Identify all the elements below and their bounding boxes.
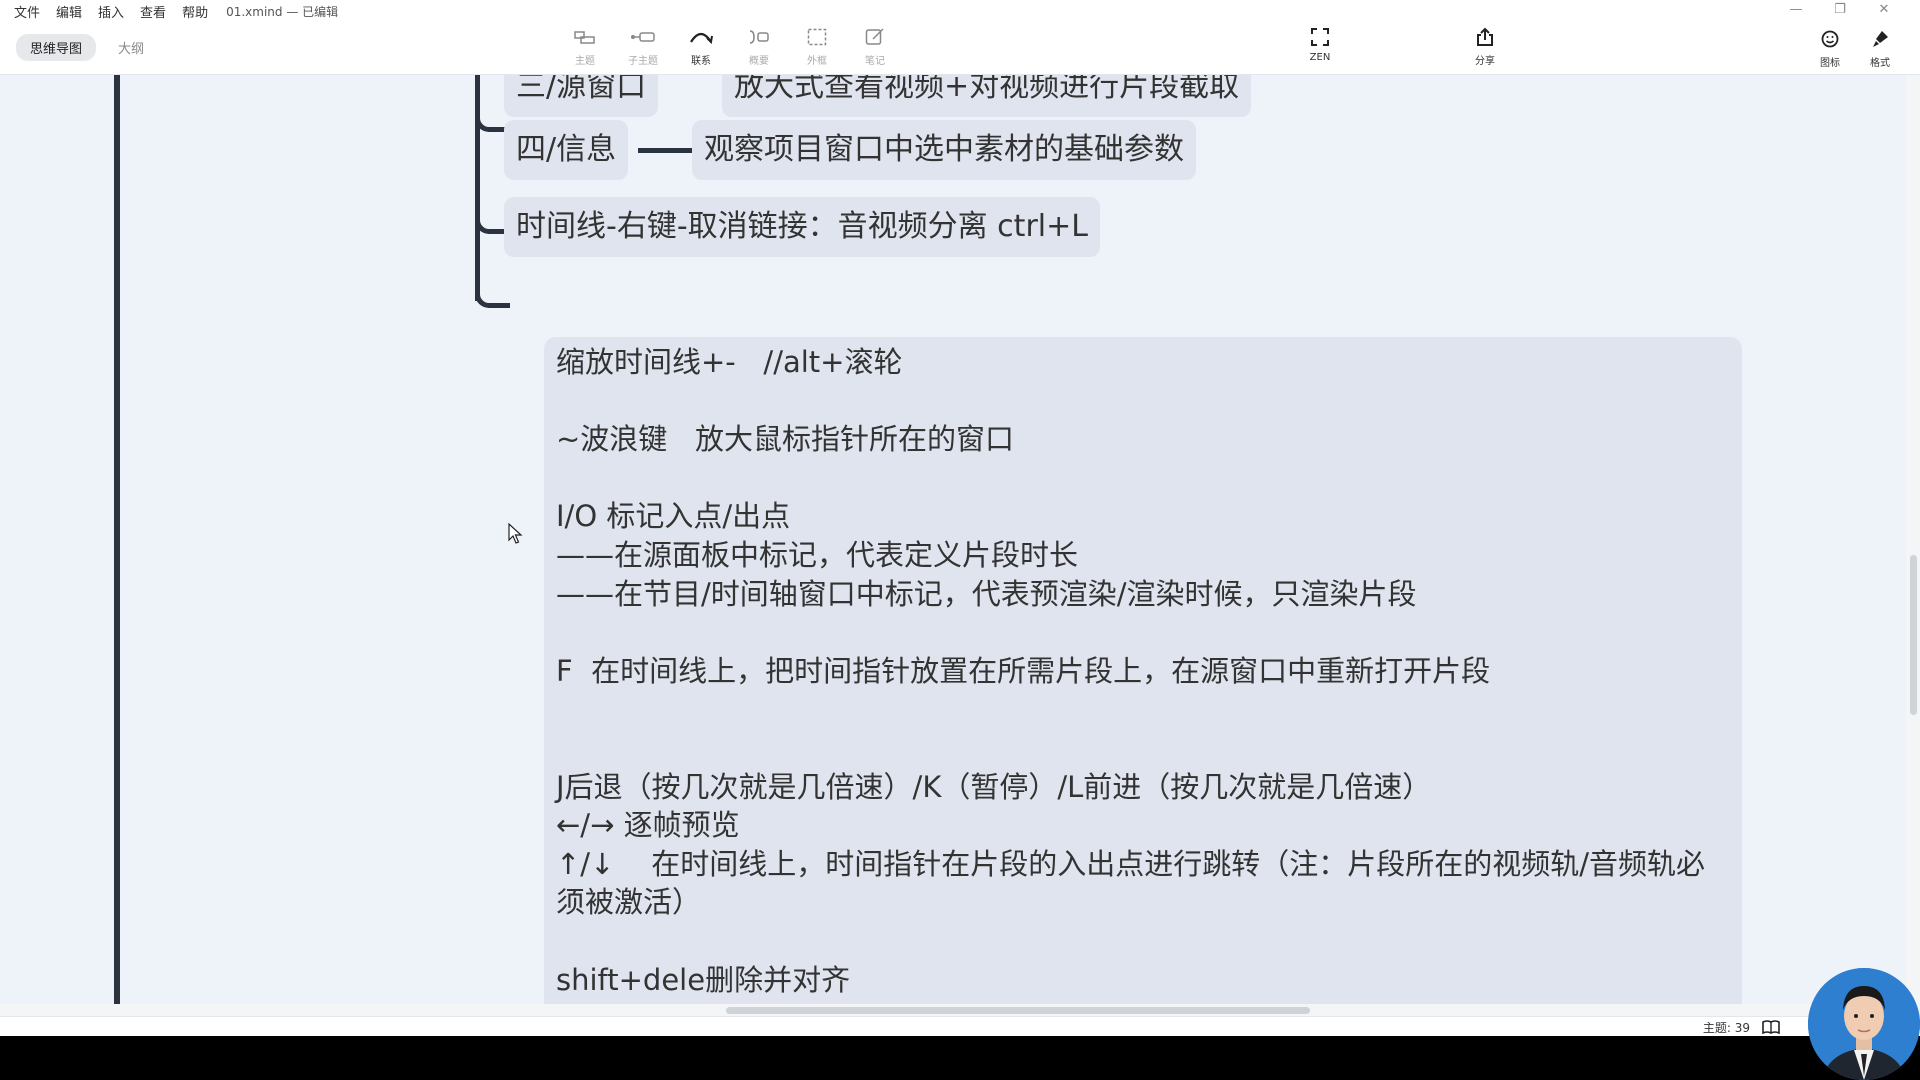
menu-help[interactable]: 帮助 bbox=[182, 2, 208, 21]
boundary-label: 外框 bbox=[807, 56, 827, 67]
zen-button[interactable]: ZEN bbox=[1291, 24, 1349, 63]
note-line bbox=[556, 690, 1730, 729]
vertical-scrollbar[interactable] bbox=[1906, 75, 1920, 1015]
relation-label: 联系 bbox=[691, 56, 711, 67]
note-line: ↑/↓ 在时间线上，时间指针在片段的入出点进行跳转（注：片段所在的视频轨/音频轨… bbox=[556, 846, 1706, 920]
note-line: ←/→ 逐帧预览 bbox=[556, 808, 740, 843]
status-bar: 主题: 39 bbox=[0, 1016, 1920, 1036]
summary-button[interactable]: 概要 bbox=[730, 24, 788, 67]
note-line: shift+dele删除并对齐 bbox=[556, 962, 851, 997]
share-icon bbox=[1476, 24, 1494, 50]
toolbar: 主题 子主题 联系 概要 外框 笔记 bbox=[556, 24, 904, 67]
xmind-window: 文件 编辑 插入 查看 帮助 01.xmind — 已编辑 思维导图 大纲 主题 bbox=[0, 0, 1920, 1036]
summary-icon bbox=[748, 24, 770, 50]
note-line bbox=[556, 729, 1730, 768]
topic-info-line bbox=[638, 148, 692, 153]
topic-icon bbox=[574, 24, 596, 50]
menu-edit[interactable]: 编辑 bbox=[56, 2, 82, 21]
note-line: ——在节目/时间轴窗口中标记，代表预渲染/渲染时候，只渲染片段 bbox=[556, 576, 1417, 611]
note-line bbox=[556, 922, 1730, 961]
close-icon[interactable]: ✕ bbox=[1862, 2, 1906, 17]
subtopic-label: 子主题 bbox=[628, 56, 658, 67]
topic-info-note[interactable]: 观察项目窗口中选中素材的基础参数 bbox=[692, 120, 1196, 180]
main-branch-line bbox=[114, 75, 120, 1005]
note-line: F 在时间线上，把时间指针放置在所需片段上，在源窗口中重新打开片段 bbox=[556, 653, 1491, 688]
menu-insert[interactable]: 插入 bbox=[98, 2, 124, 21]
topic-button[interactable]: 主题 bbox=[556, 24, 614, 67]
smiley-icon bbox=[1821, 26, 1839, 52]
icon-panel-button[interactable]: 图标 bbox=[1802, 26, 1858, 69]
topic-source-note[interactable]: 放大式查看视频+对视频进行片段截取 bbox=[722, 75, 1252, 117]
menu-file[interactable]: 文件 bbox=[14, 2, 40, 21]
horizontal-scrollbar[interactable] bbox=[0, 1004, 1906, 1016]
subtopic-button[interactable]: 子主题 bbox=[614, 24, 672, 67]
note-line: 缩放时间线+- //alt+滚轮 bbox=[556, 345, 903, 379]
format-panel-button[interactable]: 格式 bbox=[1852, 26, 1908, 69]
note-line bbox=[556, 459, 1730, 498]
vertical-scroll-thumb[interactable] bbox=[1910, 555, 1917, 715]
topic-count: 主题: 39 bbox=[1702, 1021, 1750, 1035]
menu-bar: 文件 编辑 插入 查看 帮助 01.xmind — 已编辑 bbox=[14, 2, 339, 21]
window-controls: — ❐ ✕ bbox=[1774, 2, 1906, 17]
note-card[interactable]: 缩放时间线+- //alt+滚轮 ~波浪键 放大鼠标指针所在的窗口 I/O 标记… bbox=[544, 337, 1742, 1005]
note-label: 笔记 bbox=[865, 56, 885, 67]
mouse-cursor-icon bbox=[508, 523, 523, 544]
note-line bbox=[556, 382, 1730, 421]
view-tabs: 思维导图 大纲 bbox=[16, 34, 166, 61]
brush-icon bbox=[1871, 26, 1889, 52]
share-button[interactable]: 分享 bbox=[1456, 24, 1514, 67]
note-content: 缩放时间线+- //alt+滚轮 ~波浪键 放大鼠标指针所在的窗口 I/O 标记… bbox=[556, 343, 1730, 999]
note-button[interactable]: 笔记 bbox=[846, 24, 904, 67]
note-line: I/O 标记入点/出点 bbox=[556, 499, 791, 534]
note-line bbox=[556, 613, 1730, 652]
topic-source-window[interactable]: 三/源窗口 bbox=[504, 75, 659, 117]
topic-info[interactable]: 四/信息 bbox=[504, 120, 629, 180]
share-label: 分享 bbox=[1475, 56, 1495, 67]
mindmap-canvas[interactable]: 三/源窗口 放大式查看视频+对视频进行片段截取 四/信息 观察项目窗口中选中素材… bbox=[0, 75, 1906, 1005]
tab-outline[interactable]: 大纲 bbox=[104, 34, 158, 61]
icon-panel-label: 图标 bbox=[1820, 58, 1840, 69]
relation-button[interactable]: 联系 bbox=[672, 24, 730, 67]
fullscreen-icon bbox=[1311, 24, 1329, 50]
note-line: J后退（按几次就是几倍速）/K（暂停）/L前进（按几次就是几倍速） bbox=[556, 769, 1432, 804]
note-line: ~波浪键 放大鼠标指针所在的窗口 bbox=[556, 422, 1014, 457]
presenter-avatar bbox=[1808, 968, 1920, 1080]
top-bar: 文件 编辑 插入 查看 帮助 01.xmind — 已编辑 思维导图 大纲 主题 bbox=[0, 0, 1920, 75]
note-icon bbox=[865, 24, 885, 50]
topic-label: 主题 bbox=[575, 56, 595, 67]
note-line: ——在源面板中标记，代表定义片段时长 bbox=[556, 537, 1079, 572]
menu-view[interactable]: 查看 bbox=[140, 2, 166, 21]
summary-label: 概要 bbox=[749, 56, 769, 67]
horizontal-scroll-thumb[interactable] bbox=[726, 1007, 1310, 1014]
file-title: 01.xmind — 已编辑 bbox=[226, 4, 339, 19]
boundary-icon bbox=[807, 24, 827, 50]
minimize-icon[interactable]: — bbox=[1774, 2, 1818, 17]
restore-icon[interactable]: ❐ bbox=[1818, 2, 1862, 17]
format-panel-label: 格式 bbox=[1870, 58, 1890, 69]
subtopic-icon bbox=[630, 24, 656, 50]
book-icon[interactable] bbox=[1762, 1019, 1780, 1036]
relation-icon bbox=[689, 24, 713, 50]
zen-label: ZEN bbox=[1309, 52, 1331, 63]
topic-timeline-unlink[interactable]: 时间线-右键-取消链接：音视频分离 ctrl+L bbox=[504, 197, 1100, 257]
boundary-button[interactable]: 外框 bbox=[788, 24, 846, 67]
tab-mindmap[interactable]: 思维导图 bbox=[16, 34, 97, 61]
